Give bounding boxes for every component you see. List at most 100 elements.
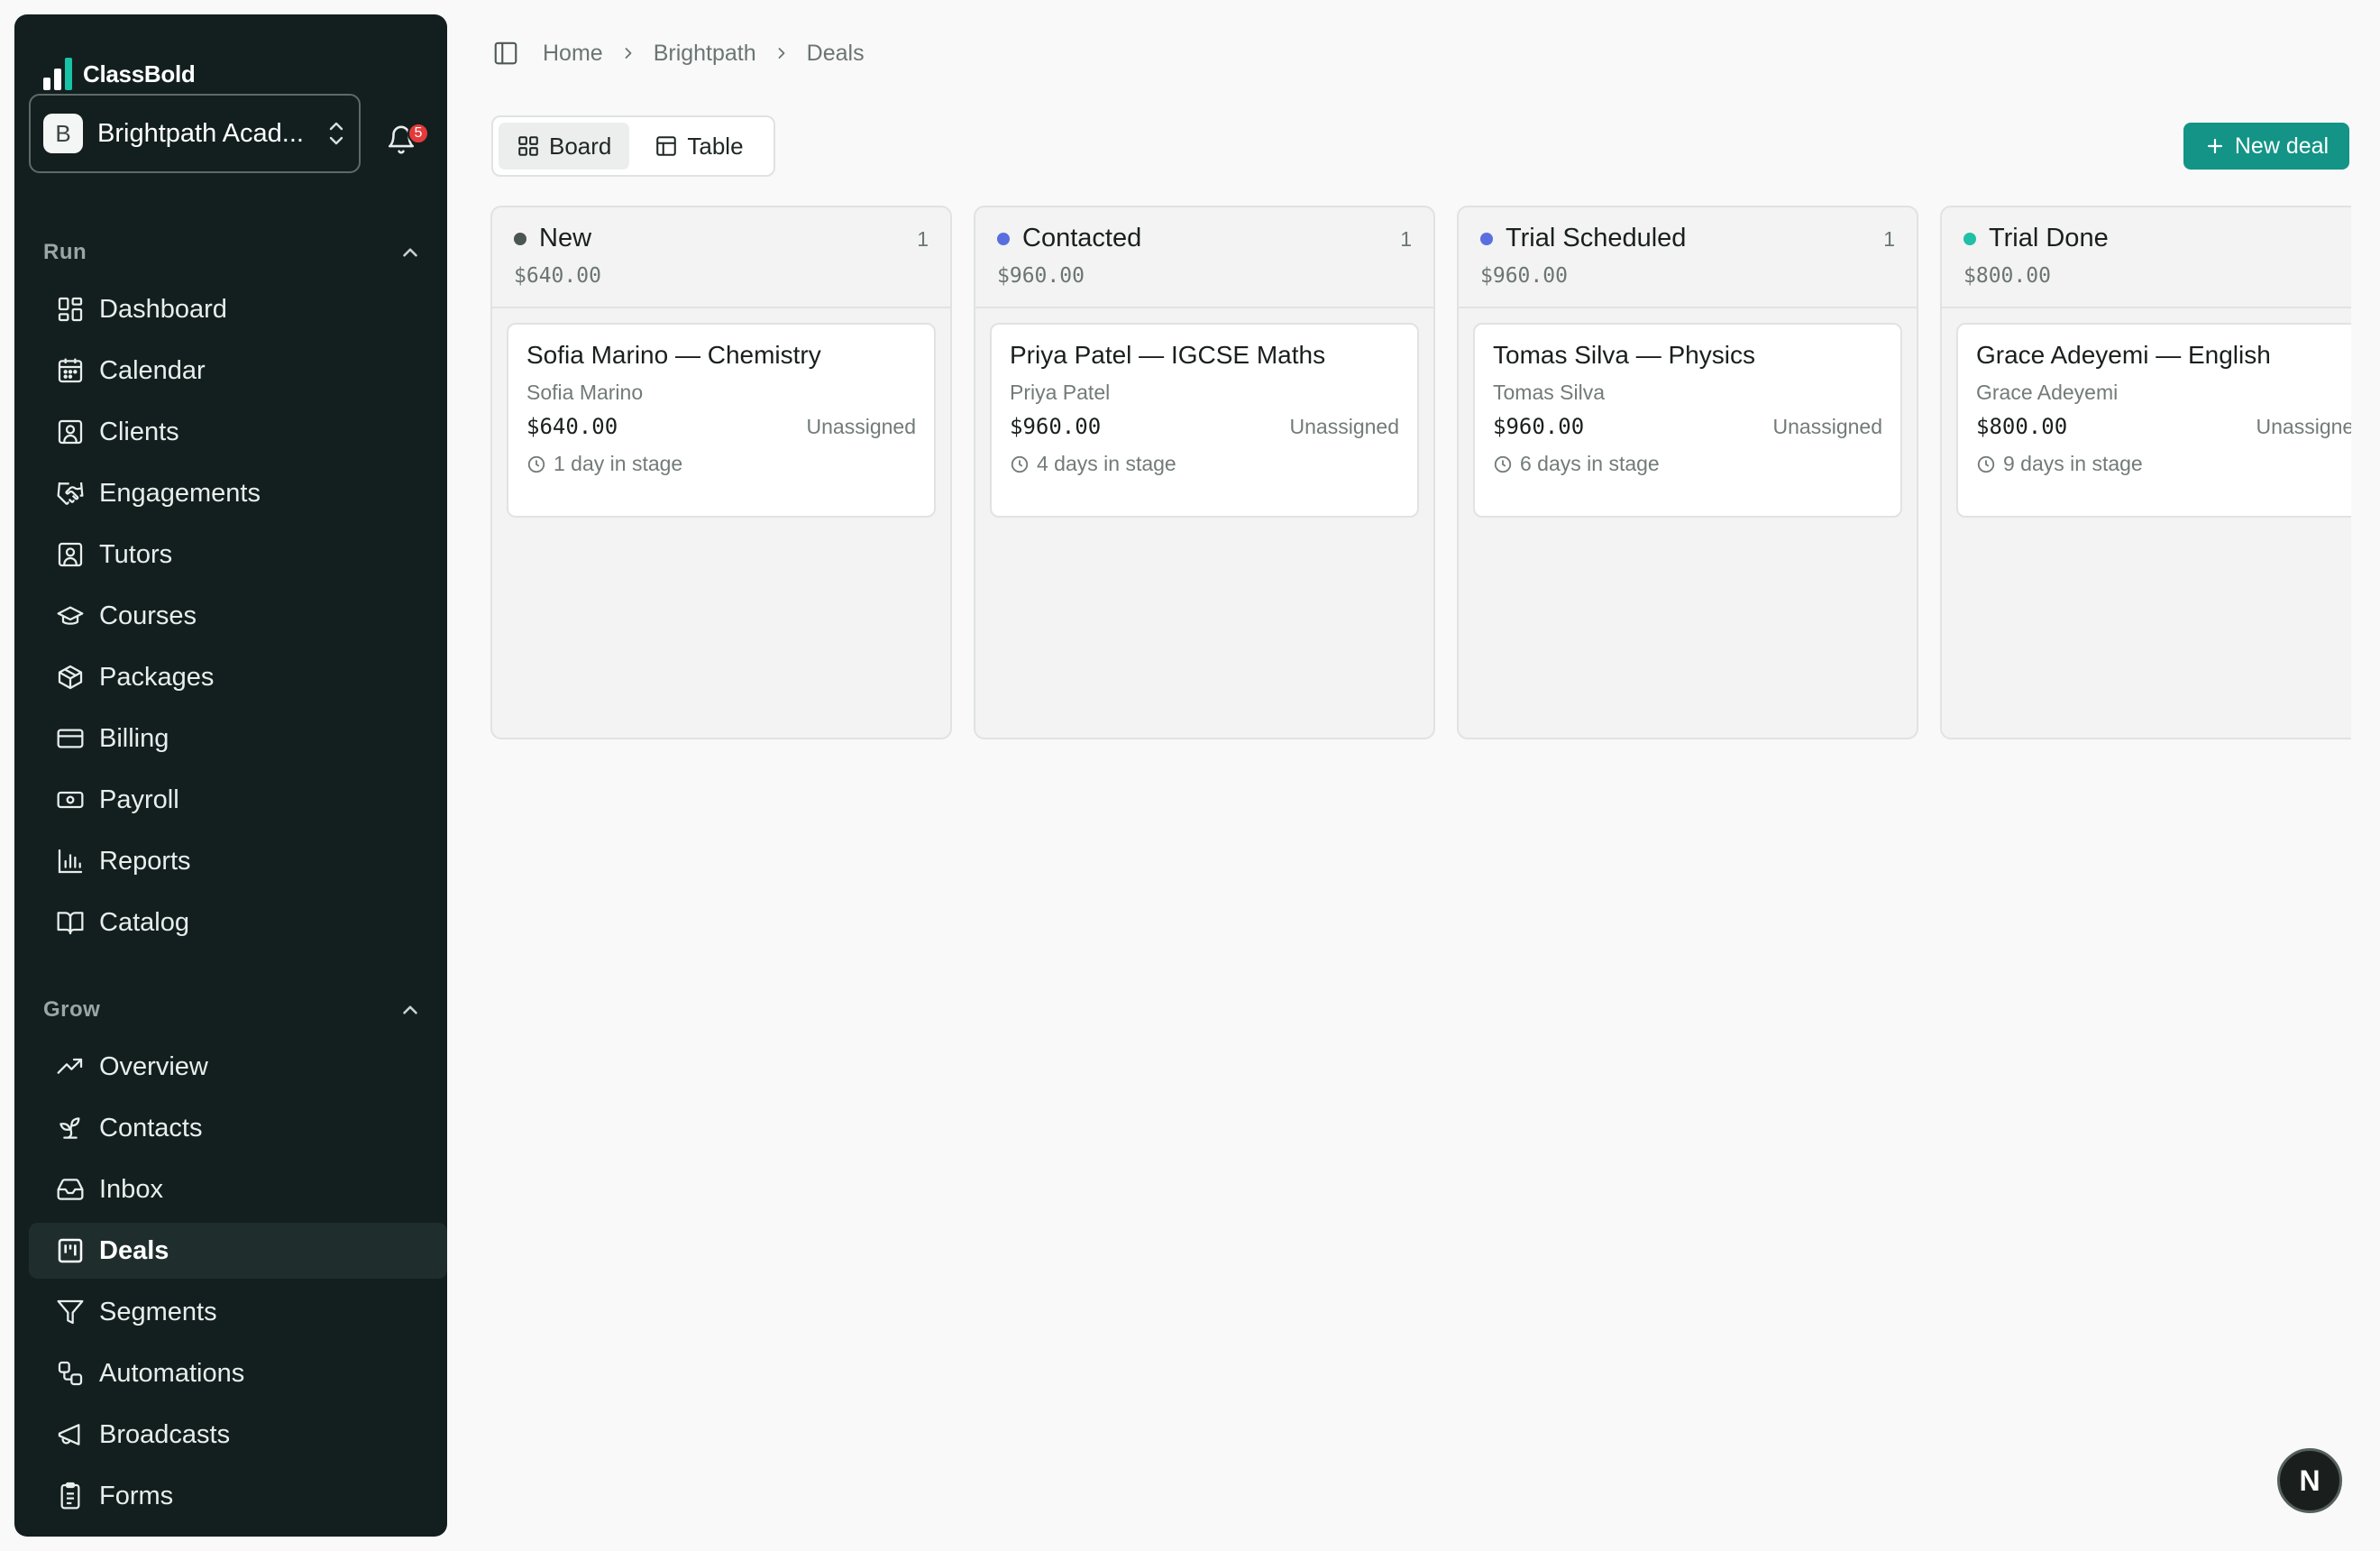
packages-icon — [56, 663, 85, 692]
deal-contact: Priya Patel — [1010, 381, 1111, 404]
sidebar-item-catalog[interactable]: Catalog — [29, 895, 447, 950]
column-header: New 1 $640.00 — [492, 207, 950, 308]
sidebar-item-tutors[interactable]: Tutors — [29, 527, 447, 583]
sidebar-item-billing[interactable]: Billing — [29, 711, 447, 766]
deal-card[interactable]: Tomas Silva — Physics Tomas Silva $960.0… — [1473, 323, 1902, 518]
deal-card[interactable]: Grace Adeyemi — English Grace Adeyemi $8… — [1956, 323, 2351, 518]
automations-icon — [56, 1359, 85, 1388]
section-grow-label: Grow — [43, 997, 101, 1022]
sidebar-item-engagements[interactable]: Engagements — [29, 465, 447, 521]
sidebar-item-forms[interactable]: Forms — [29, 1468, 447, 1524]
sidebar-item-label: Clients — [99, 417, 179, 446]
breadcrumb-org[interactable]: Brightpath — [654, 41, 756, 67]
sidebar-item-cut-off[interactable] — [29, 1529, 447, 1537]
nav-run: Dashboard Calendar Clients Engagements T… — [29, 281, 447, 956]
broadcasts-icon — [56, 1420, 85, 1449]
column-total: $960.00 — [997, 264, 1085, 288]
stage-dot — [514, 232, 526, 245]
column-title: Contacted — [1022, 224, 1142, 252]
pipeline-column-new: New 1 $640.00 Sofia Marino — Chemistry S… — [490, 206, 952, 739]
sidebar-item-courses[interactable]: Courses — [29, 588, 447, 644]
breadcrumb-home[interactable]: Home — [543, 41, 603, 67]
chevron-right-icon — [625, 48, 632, 59]
engagements-icon — [56, 479, 85, 508]
plus-icon — [2207, 138, 2222, 154]
sidebar-item-label: Payroll — [99, 785, 179, 814]
overview-icon — [56, 1052, 85, 1081]
sidebar-item-label: Catalog — [99, 907, 189, 937]
brand[interactable]: ClassBold — [43, 58, 196, 90]
column-header: Trial Done $800.00 — [1942, 207, 2351, 308]
calendar-icon — [56, 356, 85, 385]
forms-icon — [56, 1482, 85, 1510]
sidebar-item-broadcasts[interactable]: Broadcasts — [29, 1407, 447, 1463]
org-switcher[interactable]: B Brightpath Acad... — [29, 94, 361, 173]
sidebar-item-deals[interactable]: Deals — [29, 1223, 447, 1279]
org-avatar: B — [43, 114, 83, 153]
sidebar-item-label: Automations — [99, 1358, 245, 1388]
deal-card[interactable]: Sofia Marino — Chemistry Sofia Marino $6… — [507, 323, 936, 518]
sidebar-item-inbox[interactable]: Inbox — [29, 1161, 447, 1217]
section-run-toggle[interactable]: Run — [43, 234, 422, 271]
breadcrumb-current: Deals — [806, 40, 865, 66]
column-count: 1 — [917, 227, 929, 251]
deal-card[interactable]: Priya Patel — IGCSE Maths Priya Patel $9… — [990, 323, 1419, 518]
sidebar-item-payroll[interactable]: Payroll — [29, 772, 447, 828]
deal-days-in-stage: 1 day in stage — [554, 452, 683, 475]
sidebar-item-reports[interactable]: Reports — [29, 833, 447, 889]
dashboard-icon — [56, 295, 85, 324]
sidebar-item-segments[interactable]: Segments — [29, 1284, 447, 1340]
section-run-label: Run — [43, 240, 87, 264]
deal-contact: Sofia Marino — [526, 381, 644, 404]
deals-icon — [56, 1236, 85, 1265]
notifications-button[interactable]: 5 — [384, 115, 429, 157]
sidebar-item-overview[interactable]: Overview — [29, 1039, 447, 1095]
sidebar-item-label: Overview — [99, 1051, 208, 1081]
sidebar-item-label: Calendar — [99, 355, 206, 385]
deal-amount: $960.00 — [1010, 414, 1102, 439]
sidebar-item-dashboard[interactable]: Dashboard — [29, 281, 447, 337]
pipeline-column-trial-scheduled: Trial Scheduled 1 $960.00 Tomas Silva — … — [1457, 206, 1918, 739]
billing-icon — [56, 724, 85, 753]
column-count: 1 — [1400, 227, 1412, 251]
column-title: Trial Done — [1989, 224, 2109, 252]
sidebar-item-label: Deals — [99, 1235, 169, 1265]
deal-title: Grace Adeyemi — English — [1976, 341, 2271, 369]
reports-icon — [56, 847, 85, 876]
sidebar-item-calendar[interactable]: Calendar — [29, 343, 447, 399]
view-table-button[interactable]: Table — [636, 123, 761, 170]
sidebar-item-label: Engagements — [99, 478, 261, 508]
nav-grow: Overview Contacts Inbox Deals Segments A… — [29, 1039, 447, 1537]
brand-name: ClassBold — [83, 60, 196, 87]
sidebar-item-label: Courses — [99, 601, 197, 630]
column-header: Contacted 1 $960.00 — [975, 207, 1433, 308]
new-deal-button[interactable]: New deal — [2183, 123, 2349, 170]
board-grid-icon — [518, 136, 538, 156]
sidebar-item-packages[interactable]: Packages — [29, 649, 447, 705]
deal-amount: $640.00 — [526, 414, 618, 439]
deal-contact: Grace Adeyemi — [1976, 381, 2119, 404]
column-count: 1 — [1883, 227, 1895, 251]
sidebar-toggle-icon[interactable] — [492, 40, 519, 67]
sidebar-item-label: Broadcasts — [99, 1419, 231, 1449]
deal-amount: $800.00 — [1976, 414, 2068, 439]
sidebar-item-automations[interactable]: Automations — [29, 1345, 447, 1401]
stage-dot — [1480, 232, 1493, 245]
deals-board: New 1 $640.00 Sofia Marino — Chemistry S… — [490, 206, 2351, 741]
classbold-logo-icon — [43, 58, 72, 90]
courses-icon — [56, 601, 85, 630]
sidebar-item-contacts[interactable]: Contacts — [29, 1100, 447, 1156]
sidebar-item-label: Inbox — [99, 1174, 163, 1204]
deal-owner: Unassigned — [1772, 414, 1882, 438]
next-devtools-button[interactable]: N — [2277, 1448, 2342, 1513]
column-total: $800.00 — [1964, 264, 2051, 288]
sidebar-item-clients[interactable]: Clients — [29, 404, 447, 460]
pipeline-column-contacted: Contacted 1 $960.00 Priya Patel — IGCSE … — [974, 206, 1435, 739]
section-grow-toggle[interactable]: Grow — [43, 992, 422, 1028]
deal-owner: Unassigned — [806, 414, 916, 438]
column-title: New — [539, 224, 592, 252]
view-board-button[interactable]: Board — [499, 123, 630, 170]
deal-amount: $960.00 — [1493, 414, 1585, 439]
stage-dot — [1964, 232, 1976, 245]
pipeline-column-trial-done: Trial Done $800.00 Grace Adeyemi — Engli… — [1940, 206, 2351, 739]
